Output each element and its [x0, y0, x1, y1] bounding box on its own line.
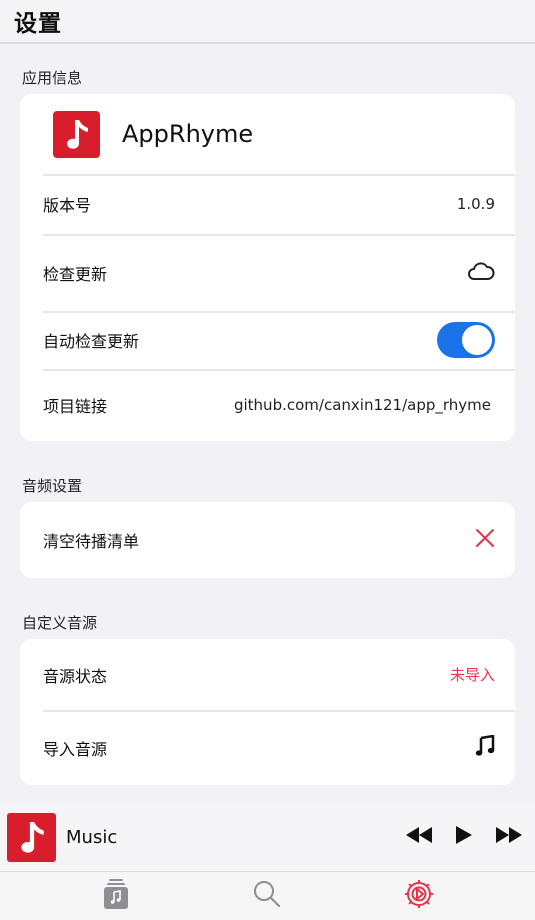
rewind-icon[interactable]	[405, 826, 433, 848]
version-label: 版本号	[43, 196, 92, 215]
clear-queue-label: 清空待播清单	[43, 532, 140, 551]
version-row: 版本号 1.0.9	[20, 174, 515, 234]
audio-card: 清空待播清单	[20, 502, 515, 578]
search-icon	[253, 880, 281, 912]
project-link-label: 项目链接	[43, 397, 108, 416]
project-link-value[interactable]: github.com/canxin121/app_rhyme	[234, 396, 495, 414]
library-icon	[103, 878, 129, 914]
section-label-custom-source: 自定义音源	[22, 614, 98, 632]
play-icon[interactable]	[455, 825, 473, 849]
close-icon[interactable]	[475, 528, 495, 552]
version-value: 1.0.9	[456, 195, 495, 213]
source-status-row: 音源状态 未导入	[20, 639, 515, 710]
toggle-knob	[462, 325, 492, 355]
album-art-icon	[7, 812, 56, 862]
page-title: 设置	[14, 11, 62, 37]
cloud-icon[interactable]	[467, 261, 495, 285]
custom-source-card: 音源状态 未导入 导入音源	[20, 639, 515, 785]
tab-search[interactable]	[247, 876, 287, 916]
import-source-row[interactable]: 导入音源	[20, 710, 515, 785]
auto-check-row: 自动检查更新	[20, 311, 515, 369]
section-label-audio: 音频设置	[22, 477, 83, 495]
app-name: AppRhyme	[122, 120, 254, 148]
music-note-icon[interactable]	[475, 734, 495, 761]
source-status-label: 音源状态	[43, 666, 108, 686]
tab-library[interactable]	[96, 876, 136, 916]
player-controls	[405, 825, 535, 849]
project-link-row[interactable]: 项目链接 github.com/canxin121/app_rhyme	[20, 369, 515, 441]
check-update-label: 检查更新	[43, 264, 108, 284]
mini-player[interactable]: Music	[0, 803, 535, 871]
source-status-value: 未导入	[449, 666, 495, 684]
fast-forward-icon[interactable]	[495, 826, 523, 848]
clear-queue-row[interactable]: 清空待播清单	[20, 502, 515, 578]
import-source-label: 导入音源	[43, 739, 108, 759]
app-header-row: AppRhyme	[20, 94, 515, 174]
tab-bar	[0, 871, 535, 920]
player-track-title: Music	[66, 826, 118, 848]
tab-settings[interactable]	[399, 876, 439, 916]
settings-icon	[403, 878, 435, 914]
header: 设置	[0, 0, 535, 44]
app-info-card: AppRhyme 版本号 1.0.9 检查更新 自动检查更新 项目链接 gith…	[20, 94, 515, 441]
auto-check-toggle[interactable]	[437, 322, 495, 358]
section-label-app-info: 应用信息	[22, 69, 83, 87]
check-update-row[interactable]: 检查更新	[20, 234, 515, 311]
app-logo-icon	[53, 110, 100, 158]
auto-check-label: 自动检查更新	[43, 332, 140, 351]
